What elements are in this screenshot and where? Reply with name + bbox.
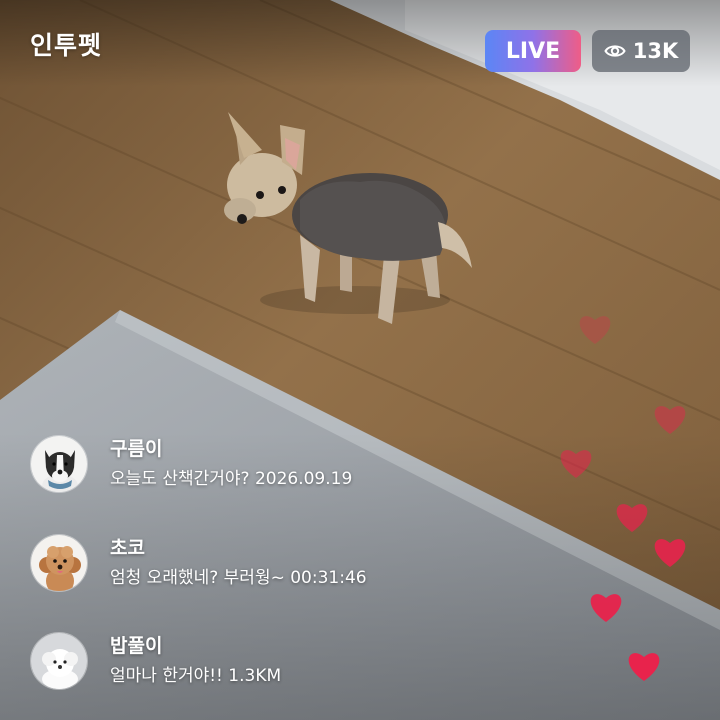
avatar[interactable] xyxy=(30,632,88,690)
comment-message: 얼마나 한거야!! 1.3KM xyxy=(110,666,282,686)
heart-icon xyxy=(650,533,690,573)
avatar[interactable] xyxy=(30,435,88,493)
comment-text: 구름이 오늘도 산책간거야? 2026.09.19 xyxy=(110,437,352,491)
viewer-count-badge: 13K xyxy=(592,30,690,72)
comment-username[interactable]: 초코 xyxy=(110,536,367,560)
comment-item: 밥풀이 얼마나 한거야!! 1.3KM xyxy=(30,631,281,691)
app-title: 인투펫 xyxy=(30,31,103,60)
comment-username[interactable]: 구름이 xyxy=(110,437,352,461)
heart-icon xyxy=(575,310,615,350)
avatar[interactable] xyxy=(30,534,88,592)
comment-message: 엄청 오래했네? 부러웡~ 00:31:46 xyxy=(110,568,367,588)
comment-item: 구름이 오늘도 산책간거야? 2026.09.19 xyxy=(30,434,352,494)
viewer-count: 13K xyxy=(632,39,679,63)
comment-text: 밥풀이 얼마나 한거야!! 1.3KM xyxy=(110,634,281,688)
heart-icon xyxy=(612,498,652,538)
live-badge: LIVE xyxy=(485,30,581,72)
comment-text: 초코 엄청 오래했네? 부러웡~ 00:31:46 xyxy=(110,536,367,590)
comment-item: 초코 엄청 오래했네? 부러웡~ 00:31:46 xyxy=(30,533,367,593)
comment-message: 오늘도 산책간거야? 2026.09.19 xyxy=(110,469,353,489)
heart-icon xyxy=(556,444,596,484)
heart-icon xyxy=(624,647,664,687)
heart-icon xyxy=(586,588,626,628)
heart-icon xyxy=(650,400,690,440)
eye-icon xyxy=(604,43,626,59)
live-stream-view: 인투펫 LIVE 13K 구름이 오늘도 산책간거야? 2026.09.19 초… xyxy=(0,0,720,720)
comment-username[interactable]: 밥풀이 xyxy=(110,634,281,658)
